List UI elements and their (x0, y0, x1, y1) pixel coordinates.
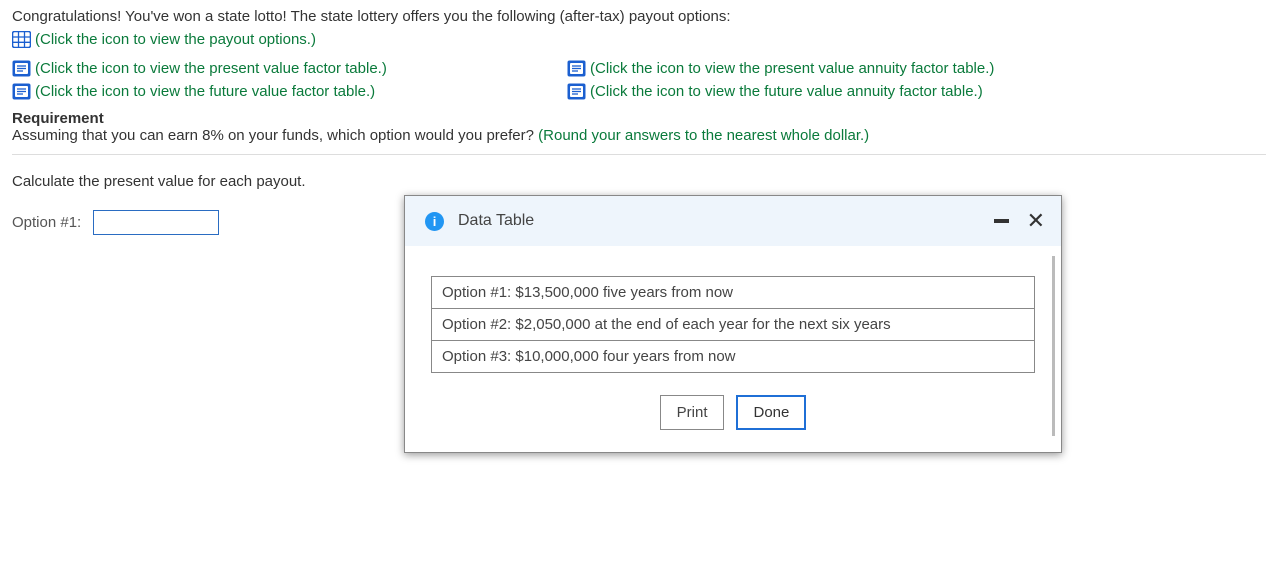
table-row: Option #3: $10,000,000 four years from n… (432, 341, 1034, 373)
link-label: (Click the icon to view the future value… (35, 83, 375, 100)
requirement-text: Assuming that you can earn 8% on your fu… (12, 127, 1266, 144)
link-grid: (Click the icon to view the present valu… (12, 54, 1266, 106)
link-label: (Click the icon to view the present valu… (590, 60, 994, 77)
table-row: Option #1: $13,500,000 five years from n… (432, 277, 1034, 309)
data-table: Option #1: $13,500,000 five years from n… (431, 276, 1035, 373)
option1-input[interactable] (93, 210, 219, 235)
link-payout-options[interactable]: (Click the icon to view the payout optio… (12, 31, 1266, 48)
modal-header: i Data Table ✕ (405, 196, 1061, 246)
modal-controls: ✕ (994, 210, 1045, 232)
divider (12, 154, 1266, 155)
close-icon[interactable]: ✕ (1027, 210, 1045, 232)
modal-title: Data Table (458, 212, 534, 230)
grid-icon (12, 31, 31, 48)
data-table-modal: i Data Table ✕ Option #1: $13,500,000 fi… (404, 195, 1062, 453)
print-button[interactable]: Print (660, 395, 725, 430)
document-icon (567, 83, 586, 100)
link-label: (Click the icon to view the present valu… (35, 60, 387, 77)
link-fv-factor[interactable]: (Click the icon to view the future value… (12, 83, 567, 100)
info-icon: i (425, 212, 444, 231)
scrollbar[interactable] (1052, 256, 1055, 436)
document-icon (12, 60, 31, 77)
link-label: (Click the icon to view the payout optio… (35, 31, 316, 48)
option1-label: Option #1: (12, 214, 81, 231)
modal-body: Option #1: $13,500,000 five years from n… (405, 246, 1061, 395)
done-button[interactable]: Done (736, 395, 806, 430)
link-col-right: (Click the icon to view the present valu… (567, 54, 1122, 106)
page: Congratulations! You've won a state lott… (0, 0, 1278, 568)
document-icon (12, 83, 31, 100)
link-col-left: (Click the icon to view the present valu… (12, 54, 567, 106)
table-row: Option #2: $2,050,000 at the end of each… (432, 309, 1034, 341)
calc-prompt: Calculate the present value for each pay… (12, 173, 1266, 190)
link-label: (Click the icon to view the future value… (590, 83, 983, 100)
link-pv-factor[interactable]: (Click the icon to view the present valu… (12, 60, 567, 77)
requirement-pre: Assuming that you can earn 8% on your fu… (12, 127, 538, 144)
minimize-icon[interactable] (994, 219, 1009, 223)
intro-text: Congratulations! You've won a state lott… (12, 8, 1266, 25)
requirement-hint: (Round your answers to the nearest whole… (538, 127, 869, 144)
link-pv-annuity[interactable]: (Click the icon to view the present valu… (567, 60, 1122, 77)
document-icon (567, 60, 586, 77)
modal-footer: Print Done (405, 395, 1061, 452)
requirement-heading: Requirement (12, 110, 1266, 127)
link-fv-annuity[interactable]: (Click the icon to view the future value… (567, 83, 1122, 100)
